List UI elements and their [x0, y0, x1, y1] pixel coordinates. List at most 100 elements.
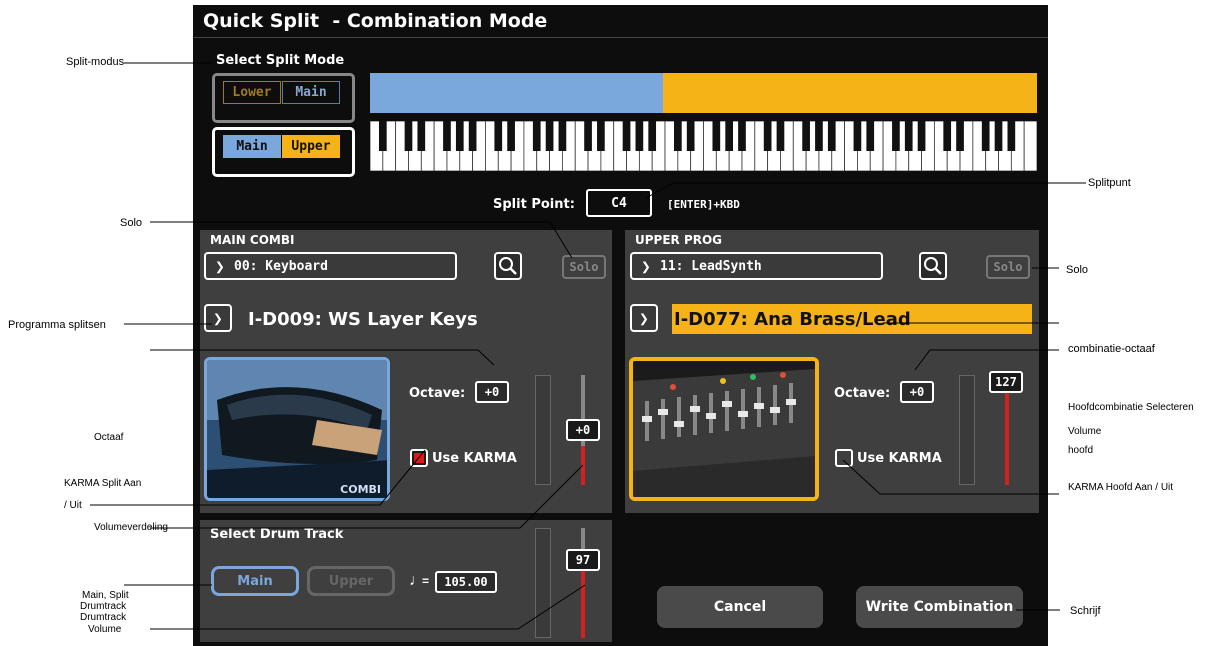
- black-key: [635, 121, 644, 151]
- main-combi-volume-fill: [581, 446, 585, 485]
- annot-karma-split-1: KARMA Split Aan: [64, 478, 142, 489]
- upper-prog-karma-checkbox[interactable]: [835, 449, 853, 467]
- main-combi-volume-value[interactable]: +0: [566, 419, 600, 441]
- main-combi-panel: MAIN COMBI ❯ 00: Keyboard Solo ❯ I-D009: …: [200, 230, 612, 513]
- black-key: [443, 121, 451, 151]
- black-key: [712, 121, 721, 151]
- upper-prog-solo-button[interactable]: Solo: [986, 255, 1030, 279]
- annot-drum-1: Main, Split: [82, 590, 129, 601]
- annot-karma-split-2: / Uit: [64, 500, 82, 511]
- main-combi-image-caption: COMBI: [340, 483, 381, 496]
- main-combi-image: COMBI: [204, 357, 390, 501]
- black-key: [545, 121, 554, 151]
- drum-track-volume-value[interactable]: 97: [566, 549, 600, 571]
- upper-prog-image: [629, 357, 819, 501]
- black-key: [404, 121, 413, 151]
- black-key: [725, 121, 734, 151]
- black-key: [686, 121, 695, 151]
- black-key: [802, 121, 810, 151]
- drum-track-upper-button[interactable]: Upper: [307, 566, 395, 596]
- black-key: [648, 121, 657, 151]
- main-combi-karma-checkbox[interactable]: [410, 449, 428, 467]
- split-mode-upper-segment: Upper: [282, 135, 340, 158]
- upper-prog-karma-label: Use KARMA: [857, 451, 942, 466]
- black-key: [532, 121, 541, 151]
- main-combi-title: MAIN COMBI: [210, 233, 295, 247]
- black-key: [494, 121, 503, 151]
- black-key: [827, 121, 836, 151]
- drum-track-panel: Select Drum Track Main Upper ♩ = 105.00 …: [200, 520, 612, 642]
- annot-drum-3: Drumtrack: [80, 612, 127, 623]
- annot-split-point: Splitpunt: [1088, 177, 1131, 189]
- annot-write: Schrijf: [1070, 605, 1101, 617]
- upper-prog-bank-select[interactable]: ❯ 11: LeadSynth: [630, 252, 883, 280]
- drum-track-main-button[interactable]: Main: [211, 566, 299, 596]
- black-key: [1007, 121, 1016, 151]
- main-combi-octave-field[interactable]: +0: [475, 381, 509, 403]
- main-combi-bank-select[interactable]: ❯ 00: Keyboard: [204, 252, 457, 280]
- split-mode-lower-main-option[interactable]: Lower Main: [212, 73, 355, 123]
- main-combi-solo-button[interactable]: Solo: [562, 255, 606, 279]
- upper-prog-program-highlight[interactable]: I-D077: Ana Brass/Lead: [672, 304, 1032, 334]
- annot-drum-4: Volume: [88, 624, 122, 635]
- black-key: [468, 121, 477, 151]
- search-icon: [499, 257, 517, 275]
- annot-combi-octave: combinatie-octaaf: [1068, 343, 1155, 355]
- drum-track-meter: [535, 528, 551, 638]
- annot-drum-2: Drumtrack: [80, 601, 127, 612]
- main-combi-karma-label: Use KARMA: [432, 451, 517, 466]
- black-key: [981, 121, 990, 151]
- black-key: [378, 121, 387, 151]
- split-mode-main-segment: Main: [282, 81, 340, 104]
- upper-prog-meter: [959, 375, 975, 485]
- tempo-field[interactable]: 105.00: [435, 571, 497, 593]
- annot-volume-main-1: Volume: [1068, 426, 1102, 437]
- main-combi-program-chevron-button[interactable]: ❯: [204, 304, 232, 332]
- black-key: [994, 121, 1003, 151]
- black-key: [892, 121, 900, 151]
- annot-octave: Octaaf: [94, 432, 124, 443]
- split-point-field[interactable]: C4: [586, 189, 652, 217]
- upper-prog-octave-field[interactable]: +0: [900, 381, 934, 403]
- black-key: [866, 121, 875, 151]
- upper-prog-octave-label: Octave:: [834, 386, 891, 401]
- black-key: [853, 121, 862, 151]
- black-key: [674, 121, 682, 151]
- upper-prog-volume-value[interactable]: 127: [989, 371, 1023, 393]
- chevron-right-icon: ❯: [639, 308, 649, 328]
- write-combination-button[interactable]: Write Combination: [856, 586, 1023, 628]
- chevron-right-icon: ❯: [641, 256, 651, 276]
- black-key: [558, 121, 567, 151]
- main-combi-octave-label: Octave:: [409, 386, 466, 401]
- main-range: [370, 73, 663, 113]
- search-icon: [924, 257, 942, 275]
- split-point-label: Split Point:: [493, 197, 575, 212]
- black-key: [455, 121, 464, 151]
- annot-program-split: Programma splitsen: [8, 319, 106, 331]
- drum-track-title: Select Drum Track: [210, 527, 344, 542]
- split-mode-main-upper-option[interactable]: Main Upper: [212, 127, 355, 177]
- header-divider: [193, 37, 1048, 38]
- upper-prog-program-chevron-button[interactable]: ❯: [630, 304, 658, 332]
- main-combi-program-name[interactable]: I-D009: WS Layer Keys: [248, 309, 478, 330]
- keyboard-graphic[interactable]: [370, 121, 1037, 171]
- cancel-button[interactable]: Cancel: [657, 586, 823, 628]
- annot-karma-main: KARMA Hoofd Aan / Uit: [1068, 482, 1174, 493]
- black-key: [417, 121, 426, 151]
- tempo-equals: =: [422, 574, 430, 588]
- black-key: [763, 121, 772, 151]
- main-combi-search-button[interactable]: [494, 252, 522, 280]
- black-key: [622, 121, 631, 151]
- upper-prog-search-button[interactable]: [919, 252, 947, 280]
- annot-volume-main-2: hoofd: [1068, 445, 1094, 456]
- upper-range: [663, 73, 1037, 113]
- split-mode-label: Select Split Mode: [216, 53, 345, 68]
- annot-solo-left: Solo: [120, 217, 143, 229]
- white-key: [1023, 121, 1037, 171]
- black-key: [904, 121, 913, 151]
- quick-split-screen: Quick Split - Combination Mode Select Sp…: [193, 5, 1048, 646]
- black-key: [917, 121, 926, 151]
- black-key: [597, 121, 605, 151]
- black-key: [943, 121, 952, 151]
- black-key: [956, 121, 964, 151]
